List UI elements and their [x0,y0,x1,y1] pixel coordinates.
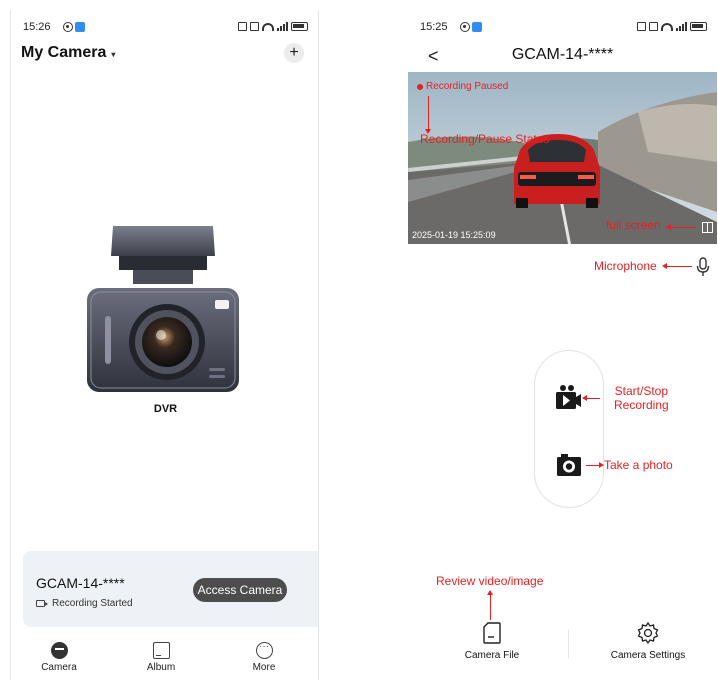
battery-icon [690,22,707,31]
live-view[interactable]: Recording Paused 2025-01-19 15:25:09 [408,72,717,244]
device-card[interactable]: GCAM-14-**** Recording Started Access Ca… [23,551,318,627]
wifi-icon [262,22,274,31]
access-camera-button[interactable]: Access Camera [193,578,287,602]
app-notification-icon [75,22,85,32]
annotation-arrow-mic [662,262,692,270]
microphone-icon[interactable] [696,257,710,277]
video-timestamp: 2025-01-19 15:25:09 [412,230,496,240]
annotation-review: Review video/image [436,574,544,588]
fullscreen-icon[interactable] [702,222,713,233]
video-camera-icon [36,600,48,607]
gear-icon [637,622,659,644]
mute-icon [649,22,658,31]
tab-camera[interactable]: Camera [29,642,89,673]
signal-icon [676,22,687,31]
home-screen: 15:26 My Camera ▾ + DVR GCAM-14-**** Rec… [10,10,319,680]
camera-file-button[interactable]: Camera File [456,622,528,661]
tab-album[interactable]: Album [131,642,191,673]
camera-selector[interactable]: My Camera ▾ [21,44,115,62]
annotation-record-status: Recording/Pause Status [420,132,550,146]
annotation-take-photo: Take a photo [604,458,673,472]
camera-tab-icon [50,642,68,659]
sync-icon [63,22,73,32]
nfc-icon [637,22,646,31]
recording-status-text: Recording Started [52,598,133,609]
wifi-icon [661,22,673,31]
status-bar: 15:26 [23,20,308,36]
control-panel [534,350,604,508]
take-photo-button[interactable] [556,453,582,477]
battery-icon [291,22,308,31]
annotation-arrow-status [424,96,432,134]
nfc-icon [238,22,247,31]
annotation-arrow-review [486,590,494,620]
camera-screen: 15:25 < GCAM-14-**** Recording Paused 20… [408,10,717,680]
tool-divider [568,630,569,658]
chevron-down-icon: ▾ [111,49,116,59]
device-label: DVR [153,403,178,415]
status-bar: 15:25 [420,20,707,36]
sync-icon [460,22,470,32]
tab-more[interactable]: More [234,641,294,673]
annotation-arrow-record [582,394,600,402]
recording-status-text: Recording Paused [426,81,509,92]
sd-card-icon [483,622,501,644]
record-button[interactable] [554,383,582,411]
camera-settings-button[interactable]: Camera Settings [604,622,692,661]
page-title: My Camera [21,44,107,61]
more-icon [255,641,273,659]
annotation-arrow-photo [586,461,604,469]
bottom-nav: Camera Album More [11,638,318,680]
album-icon [152,642,170,659]
recording-indicator-icon [417,84,423,90]
add-camera-button[interactable]: + [284,43,304,63]
annotation-microphone: Microphone [594,259,657,273]
device-name: GCAM-14-**** [36,575,125,591]
annotation-start-stop: Start/Stop Recording [614,384,669,412]
status-time: 15:25 [420,21,448,33]
mute-icon [250,22,259,31]
page-title: GCAM-14-**** [511,46,614,63]
recording-status: Recording Started [36,598,133,609]
dashcam-image[interactable] [85,220,243,400]
annotation-arrow-fullscreen [666,223,696,231]
annotation-full-screen: full screen [606,218,661,232]
app-notification-icon [472,22,482,32]
live-view-image [408,72,717,244]
signal-icon [277,22,288,31]
status-time: 15:26 [23,21,51,33]
